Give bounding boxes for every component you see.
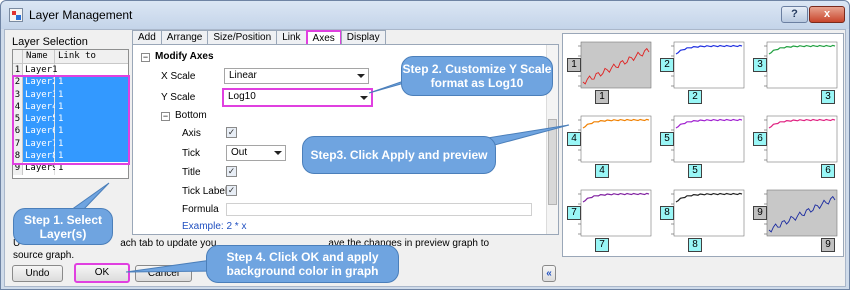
- preview-layer[interactable]: 99: [751, 184, 843, 256]
- preview-layer[interactable]: 77: [565, 184, 657, 256]
- layer-number-badge: 6: [753, 132, 767, 146]
- plot-frame: [673, 189, 745, 237]
- title-label: Title: [182, 167, 201, 178]
- tick-label-label: Tick Label: [182, 186, 228, 197]
- layer-number-badge: 4: [567, 132, 581, 146]
- undo-button[interactable]: Undo: [12, 265, 63, 282]
- step2-callout: Step 2. Customize Y Scale format as Log1…: [401, 56, 553, 96]
- plot-frame: [766, 41, 838, 89]
- ok-button[interactable]: OK: [74, 263, 130, 283]
- chevron-down-icon: [360, 96, 368, 100]
- tab-link[interactable]: Link: [276, 30, 307, 44]
- tick-value: Out: [231, 147, 248, 158]
- tab-display[interactable]: Display: [340, 30, 386, 44]
- y-scale-value: Log10: [228, 91, 256, 102]
- scroll-thumb[interactable]: [548, 119, 557, 205]
- layer-management-window: Layer Management ? x Layer Selection Nam…: [0, 0, 850, 290]
- axis-checkbox[interactable]: ✓: [226, 127, 237, 138]
- chevron-down-icon: [274, 151, 282, 155]
- x-scale-label: X Scale: [161, 71, 196, 82]
- plot-frame: [580, 115, 652, 163]
- tab-add[interactable]: Add: [132, 30, 162, 44]
- layer-selection-label: Layer Selection: [12, 36, 88, 48]
- app-icon: [9, 8, 23, 22]
- axis-label: Axis: [182, 128, 201, 139]
- modify-axes-collapse-icon[interactable]: −: [141, 53, 150, 62]
- row-index-header: [13, 50, 23, 63]
- bottom-collapse-icon[interactable]: −: [161, 112, 170, 121]
- formula-example: Example: 2 * x: [182, 221, 247, 232]
- title-checkbox[interactable]: ✓: [226, 166, 237, 177]
- title-bar: Layer Management ? x: [1, 1, 849, 29]
- plot-frame: [766, 189, 838, 237]
- plot-frame: [673, 41, 745, 89]
- x-scale-value: Linear: [229, 70, 257, 81]
- hint-line-2: source graph.: [13, 250, 75, 261]
- layer-number-badge: 5: [688, 164, 702, 178]
- plot-frame: [580, 189, 652, 237]
- modify-axes-label: Modify Axes: [155, 51, 214, 62]
- layer-number-badge: 7: [595, 238, 609, 252]
- layer-number-badge: 3: [821, 90, 835, 104]
- y-scale-label: Y Scale: [161, 92, 196, 103]
- formula-input[interactable]: [226, 203, 532, 216]
- help-button[interactable]: ?: [781, 6, 808, 23]
- preview-layer[interactable]: 66: [751, 110, 843, 182]
- preview-layer[interactable]: 11: [565, 36, 657, 108]
- layer-number-badge: 2: [660, 58, 674, 72]
- preview-layer[interactable]: 55: [658, 110, 750, 182]
- plot-frame: [580, 41, 652, 89]
- tick-label-text: Tick: [182, 148, 200, 159]
- tab-axes[interactable]: Axes: [305, 30, 342, 45]
- cancel-button[interactable]: Cancel: [135, 265, 192, 282]
- layer-number-badge: 1: [567, 58, 581, 72]
- layer-number-badge: 9: [821, 238, 835, 252]
- close-button[interactable]: x: [809, 6, 845, 23]
- chevron-down-icon: [357, 74, 365, 78]
- plot-frame: [766, 115, 838, 163]
- tab-strip: Add Arrange Size/Position Link Axes Display: [132, 30, 386, 45]
- layer-number-badge: 8: [688, 238, 702, 252]
- layer-number-badge: 5: [660, 132, 674, 146]
- name-column-header[interactable]: Name: [23, 50, 55, 63]
- layer-list-header: Name Link to: [13, 50, 128, 64]
- selection-highlight: [12, 75, 130, 165]
- layer-number-badge: 6: [821, 164, 835, 178]
- close-icon: x: [823, 8, 831, 20]
- step4-callout: Step 4. Click OK and apply background co…: [206, 245, 399, 283]
- preview-layer[interactable]: 88: [658, 184, 750, 256]
- x-scale-select[interactable]: Linear: [224, 68, 369, 84]
- collapse-preview-button[interactable]: «: [542, 265, 556, 282]
- preview-graph: 112233445566778899: [562, 33, 844, 257]
- formula-label: Formula: [182, 204, 219, 215]
- preview-layer[interactable]: 44: [565, 110, 657, 182]
- layer-number-badge: 3: [753, 58, 767, 72]
- layer-number-badge: 9: [753, 206, 767, 220]
- step1-callout: Step 1. Select Layer(s): [13, 208, 113, 245]
- plot-frame: [673, 115, 745, 163]
- layer-number-badge: 4: [595, 164, 609, 178]
- tick-select[interactable]: Out: [226, 145, 286, 161]
- step3-callout: Step3. Click Apply and preview: [302, 136, 496, 174]
- preview-layer[interactable]: 22: [658, 36, 750, 108]
- tab-size-position[interactable]: Size/Position: [207, 30, 278, 44]
- tab-arrange[interactable]: Arrange: [160, 30, 209, 44]
- layer-number-badge: 1: [595, 90, 609, 104]
- layer-number-badge: 8: [660, 206, 674, 220]
- layer-number-badge: 2: [688, 90, 702, 104]
- window-title: Layer Management: [29, 8, 133, 22]
- double-chevron-left-icon: «: [546, 268, 552, 279]
- y-scale-select[interactable]: Log10: [222, 88, 373, 107]
- layer-number-badge: 7: [567, 206, 581, 220]
- tick-label-checkbox[interactable]: ✓: [226, 185, 237, 196]
- preview-layer[interactable]: 33: [751, 36, 843, 108]
- hint-part-2: ach tab to update you: [120, 238, 217, 249]
- link-column-header[interactable]: Link to: [55, 50, 128, 63]
- bottom-label: Bottom: [175, 110, 207, 121]
